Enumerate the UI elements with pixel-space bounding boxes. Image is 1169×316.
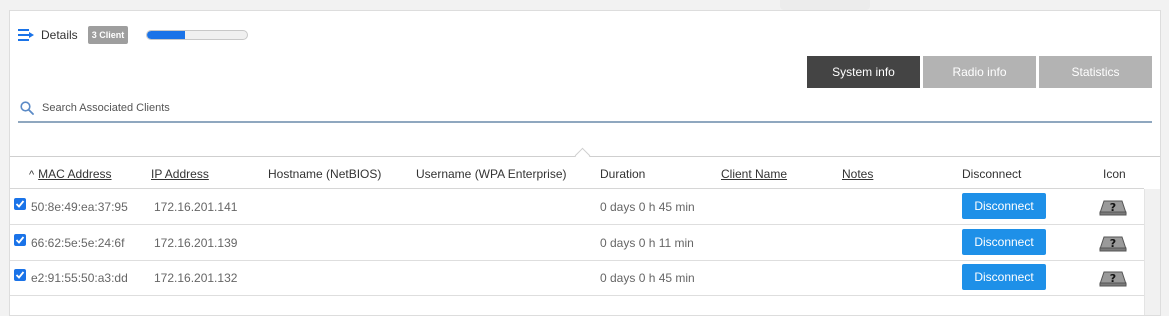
progress-bar [146, 30, 249, 40]
column-header-ip[interactable]: IP Address [151, 167, 209, 181]
table-row: 50:8e:49:ea:37:95 172.16.201.141 0 days … [10, 189, 1144, 225]
row-ip: 172.16.201.132 [154, 271, 238, 285]
client-count-badge: 3 Client [87, 26, 129, 44]
search-bar [18, 95, 1152, 123]
row-ip: 172.16.201.139 [154, 236, 238, 250]
row-duration: 0 days 0 h 45 min [600, 200, 695, 214]
row-checkbox[interactable] [14, 234, 26, 246]
row-mac: e2:91:55:50:a3:dd [31, 271, 128, 285]
top-shade [780, 0, 870, 10]
row-checkbox[interactable] [14, 269, 26, 281]
column-header-duration: Duration [600, 167, 646, 181]
table-header: ^ MAC Address IP Address Hostname (NetBIO… [10, 161, 1144, 187]
unknown-device-icon[interactable]: ? [1099, 234, 1127, 252]
row-duration: 0 days 0 h 45 min [600, 271, 695, 285]
search-input[interactable] [42, 102, 642, 114]
row-duration: 0 days 0 h 11 min [600, 236, 694, 250]
svg-text:?: ? [1110, 237, 1116, 250]
table-row: e2:91:55:50:a3:dd 172.16.201.132 0 days … [10, 260, 1144, 296]
table-row: 66:62:5e:5e:24:6f 172.16.201.139 0 days … [10, 225, 1144, 261]
sort-asc-icon: ^ [29, 169, 35, 181]
tab-radio-info[interactable]: Radio info [923, 56, 1036, 88]
details-title: Details [41, 28, 78, 42]
column-header-mac[interactable]: ^ MAC Address [29, 167, 112, 181]
details-header: Details 3 Client [18, 25, 249, 45]
row-ip: 172.16.201.141 [154, 200, 238, 214]
disconnect-button[interactable]: Disconnect [962, 229, 1046, 255]
unknown-device-icon[interactable]: ? [1099, 198, 1127, 216]
unknown-device-icon[interactable]: ? [1099, 269, 1127, 287]
search-icon [20, 101, 34, 115]
disconnect-button[interactable]: Disconnect [962, 193, 1046, 219]
details-panel: Details 3 Client System info Radio info … [9, 10, 1161, 316]
column-header-icon: Icon [1103, 167, 1126, 181]
column-header-client-name[interactable]: Client Name [721, 167, 787, 181]
column-header-hostname: Hostname (NetBIOS) [268, 167, 382, 181]
column-header-notes[interactable]: Notes [842, 167, 873, 181]
info-tabs: System info Radio info Statistics [807, 56, 1155, 88]
svg-text:?: ? [1110, 201, 1116, 214]
row-mac: 50:8e:49:ea:37:95 [31, 200, 128, 214]
column-header-disconnect: Disconnect [962, 167, 1022, 181]
details-list-icon[interactable] [18, 27, 36, 43]
tab-system-info[interactable]: System info [807, 56, 920, 88]
tab-statistics[interactable]: Statistics [1039, 56, 1152, 88]
column-header-username: Username (WPA Enterprise) [416, 167, 567, 181]
column-header-mac-label: MAC Address [38, 167, 112, 181]
progress-fill [147, 31, 186, 39]
row-mac: 66:62:5e:5e:24:6f [31, 236, 125, 250]
svg-text:?: ? [1110, 272, 1116, 285]
row-checkbox[interactable] [14, 198, 26, 210]
table-scrollbar[interactable] [1144, 189, 1160, 315]
disconnect-button[interactable]: Disconnect [962, 264, 1046, 290]
